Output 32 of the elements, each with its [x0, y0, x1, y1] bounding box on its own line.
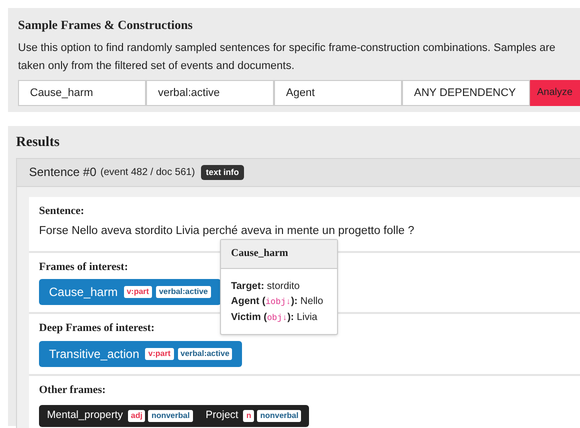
frame-name[interactable]: Project [206, 408, 238, 424]
tag: v:part [145, 348, 174, 360]
panel-description: Use this option to find randomly sampled sentences for specific frame-construction combinations. Samples are taken only from the filtered set of events and documents. [18, 40, 556, 74]
tag: verbal:active [156, 286, 211, 298]
section-label: Frames of interest: [39, 260, 129, 274]
tag: adj [128, 410, 146, 422]
frame-name[interactable]: Transitive_action [49, 344, 140, 362]
sentence-text: Forse Nello aveva stordito Livia perché aveva in mente un progetto folle ? [39, 224, 416, 240]
tooltip-line: Target: stordito [231, 280, 301, 294]
input-field[interactable]: ANY DEPENDENCY [402, 80, 530, 106]
frame-name[interactable]: Mental_property [47, 408, 123, 424]
input-field[interactable]: Agent [274, 80, 402, 106]
tag: verbal:active [178, 348, 232, 360]
analyze-button[interactable]: Analyze [530, 80, 580, 106]
tag: nonverbal [148, 410, 193, 422]
sentence-heading: Sentence #0 [29, 164, 96, 182]
results-title: Results [16, 134, 61, 152]
frame-name[interactable]: Cause_harm [49, 283, 118, 301]
input-field[interactable]: Cause_harm [18, 80, 146, 106]
tooltip-title: Cause_harm [221, 240, 337, 268]
tag: n [243, 410, 254, 422]
section-label: Deep Frames of interest: [39, 321, 156, 336]
text-info-badge: text info [200, 164, 244, 180]
panel-title: Sample Frames & Constructions [18, 17, 194, 34]
tooltip-line: Agent (iobj↓): Nello [231, 294, 324, 308]
input-field[interactable]: verbal:active [146, 80, 274, 106]
sentence-meta: (event 482 / doc 561) [100, 166, 195, 180]
sentence-label: Sentence: [39, 204, 86, 219]
section-label: Other frames: [39, 382, 107, 398]
tag: nonverbal [257, 410, 302, 422]
tag: v:part [124, 286, 152, 298]
tooltip-line: Victim (obj↓): Livia [231, 310, 318, 324]
